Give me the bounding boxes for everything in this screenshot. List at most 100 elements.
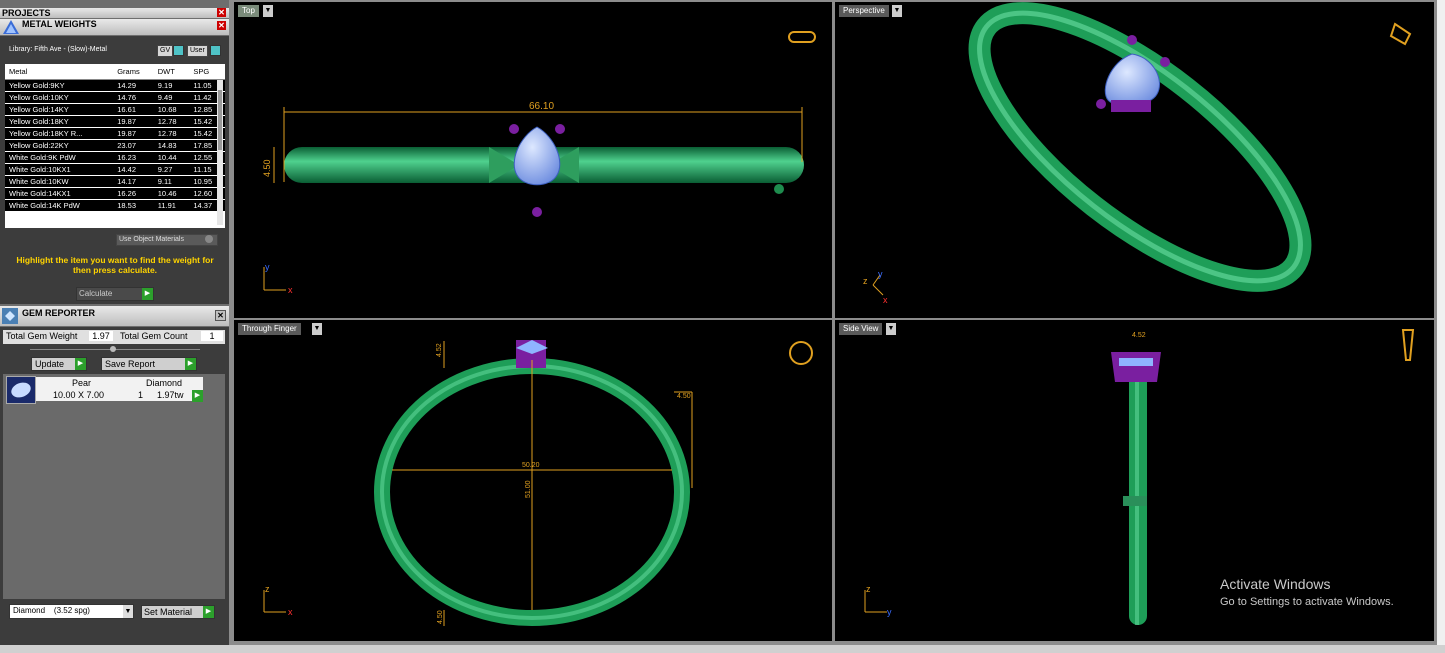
total-gem-weight-value: 1.97 [89, 331, 113, 341]
table-cell: 9.49 [153, 91, 190, 104]
viewport-top[interactable]: Top ▼ 66.10 4.50 y x [234, 2, 832, 318]
play-icon: ▶ [142, 288, 153, 300]
right-toolbar-strip [1437, 0, 1445, 653]
col-metal[interactable]: Metal [5, 64, 114, 80]
watermark-subtitle: Go to Settings to activate Windows. [1220, 596, 1394, 608]
metal-weights-header[interactable]: METAL WEIGHTS ✕ [0, 19, 229, 35]
axis-x-label: x [883, 295, 888, 305]
ring-shank [968, 2, 1312, 292]
table-row[interactable]: Yellow Gold:10KY 14.76 9.49 11.42 [5, 91, 225, 104]
table-row[interactable]: White Gold:14K PdW 18.53 11.91 14.37 [5, 199, 225, 212]
table-cell: 14.29 [113, 79, 154, 92]
gem-size: 10.00 X 7.00 [53, 390, 105, 400]
table-cell: 9.19 [153, 79, 190, 92]
dim-height: 51.00 [525, 480, 532, 498]
through-finger-drawing: 50.20 51.00 4.52 4.50 4.50 z x [263, 340, 813, 626]
table-row[interactable]: White Gold:10KX1 14.42 9.27 11.15 [5, 163, 225, 176]
dim-height: 4.50 [262, 159, 272, 177]
viewport-perspective[interactable]: Perspective ▼ z y x [835, 2, 1434, 318]
metal-weights-title: METAL WEIGHTS [22, 19, 97, 29]
close-icon[interactable]: ✕ [215, 310, 226, 321]
gv-button[interactable]: GV [157, 45, 174, 57]
save-report-button[interactable]: Save Report ▶ [101, 357, 197, 371]
update-button[interactable]: Update ▶ [31, 357, 87, 371]
table-row[interactable]: White Gold:10KW 14.17 9.11 10.95 [5, 175, 225, 188]
gem-reporter-title: GEM REPORTER [22, 308, 96, 318]
prong [555, 124, 565, 134]
col-spg[interactable]: SPG [189, 64, 225, 80]
metal-table: Metal Grams DWT SPG Yellow Gold:9KY 14.29… [5, 64, 225, 228]
table-cell: Yellow Gold:9KY [5, 79, 114, 92]
viewport-through-finger[interactable]: Through Finger ▼ 50.20 51.00 4.52 4.50 4… [234, 320, 832, 641]
hint-text: Highlight the item you want to find the … [16, 255, 214, 275]
pear-gem-icon [11, 382, 31, 398]
table-cell: 10.68 [153, 103, 190, 116]
library-label: Library: Fifth Ave - (Slow)-Metal [9, 46, 107, 53]
table-row[interactable]: Yellow Gold:9KY 14.29 9.19 11.05 [5, 79, 225, 92]
table-cell: Yellow Gold:18KY [5, 115, 114, 128]
table-cell: 14.83 [153, 139, 190, 152]
calculate-button[interactable]: Calculate ▶ [76, 287, 154, 301]
gem-reporter-header[interactable]: GEM REPORTER ✕ [0, 306, 229, 326]
gem-row-thumbnail[interactable] [6, 376, 36, 404]
play-icon: ▶ [185, 358, 196, 370]
viewport-side-view[interactable]: Side View ▼ 4.52 z y Activate Windows Go… [835, 320, 1434, 641]
chevron-down-icon[interactable]: ▼ [123, 605, 133, 618]
left-panel: PROJECTS ✕ METAL WEIGHTS ✕ Library: Fift… [0, 0, 229, 653]
table-cell: 12.78 [153, 127, 190, 140]
dim-bottom: 4.50 [437, 610, 444, 624]
top-view-drawing: 66.10 4.50 y x [262, 31, 816, 295]
use-object-materials-label: Use Object Materials [119, 236, 184, 243]
gem-shape: Pear [72, 378, 92, 388]
user-button[interactable]: User [187, 45, 208, 57]
set-material-label: Set Material [144, 607, 193, 617]
metal-weights-table: Metal Grams DWT SPG Yellow Gold:9KY 14.29… [5, 64, 225, 212]
col-grams[interactable]: Grams [113, 64, 154, 80]
prong [509, 124, 519, 134]
scrollbar-thumb[interactable] [218, 90, 222, 150]
table-row[interactable]: Yellow Gold:14KY 16.61 10.68 12.85 [5, 103, 225, 116]
table-cell: 14.17 [113, 175, 154, 188]
gv-toggle[interactable] [173, 45, 184, 56]
gem-row-play-icon[interactable]: ▶ [192, 390, 203, 402]
axis-z-label: z [866, 584, 871, 594]
dim-width: 50.20 [522, 462, 540, 469]
close-icon[interactable]: ✕ [217, 21, 226, 30]
table-row[interactable]: Yellow Gold:18KY R... 19.87 12.78 15.42 [5, 127, 225, 140]
table-cell: White Gold:14KX1 [5, 187, 114, 200]
toggle-icon[interactable] [205, 235, 213, 243]
axis-y-label: y [887, 607, 892, 617]
view-cube-icon[interactable] [1389, 22, 1412, 46]
table-row[interactable]: Yellow Gold:18KY 19.87 12.78 15.42 [5, 115, 225, 128]
gem-list [3, 374, 225, 599]
table-cell: 10.44 [153, 151, 190, 164]
table-row[interactable]: White Gold:14KX1 16.26 10.46 12.60 [5, 187, 225, 200]
view-cube-icon[interactable] [1401, 329, 1415, 361]
material-select-value: Diamond (3.52 spg) [13, 606, 90, 615]
table-row[interactable]: White Gold:9K PdW 16.23 10.44 12.55 [5, 151, 225, 164]
axis-x-label: x [288, 607, 293, 617]
material-select[interactable]: Diamond (3.52 spg) ▼ [9, 604, 134, 619]
table-scrollbar[interactable] [217, 80, 223, 225]
projects-header[interactable]: PROJECTS ✕ [0, 8, 229, 18]
table-row[interactable]: Yellow Gold:22KY 23.07 14.83 17.85 [5, 139, 225, 152]
table-cell: White Gold:14K PdW [5, 199, 114, 212]
col-dwt[interactable]: DWT [153, 64, 190, 80]
axis-y-label: y [878, 269, 883, 279]
play-icon: ▶ [203, 606, 214, 618]
view-cube-icon[interactable] [788, 31, 816, 43]
gem-row[interactable]: Pear Diamond 10.00 X 7.00 1 1.97tw [36, 377, 203, 401]
prong [532, 207, 542, 217]
user-toggle[interactable] [210, 45, 221, 56]
slider-handle[interactable] [110, 346, 116, 352]
close-icon[interactable]: ✕ [217, 8, 226, 17]
gem-reporter-icon [2, 308, 18, 324]
total-gem-weight-label: Total Gem Weight [6, 331, 78, 341]
set-material-button[interactable]: Set Material ▶ [141, 605, 215, 619]
view-cube-icon[interactable] [789, 341, 813, 365]
use-object-materials-button[interactable]: Use Object Materials [116, 234, 218, 246]
table-cell: Yellow Gold:22KY [5, 139, 114, 152]
table-cell: 14.76 [113, 91, 154, 104]
total-gem-count-value: 1 [201, 331, 223, 341]
table-cell: Yellow Gold:18KY R... [5, 127, 114, 140]
